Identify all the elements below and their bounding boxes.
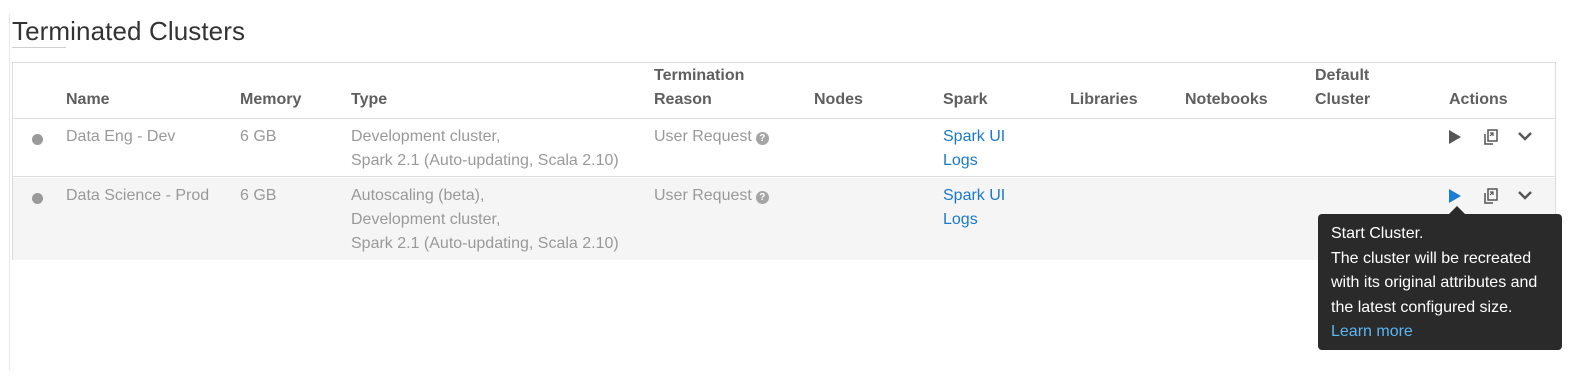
column-header-actions: Actions — [1449, 91, 1508, 108]
spark-links: Spark UI Logs — [943, 125, 1005, 173]
column-header-memory[interactable]: Memory — [240, 88, 301, 112]
cluster-type-line: Spark 2.1 (Auto-updating, Scala 2.10) — [351, 235, 619, 252]
termination-reason: User Request? — [654, 184, 769, 208]
learn-more-link[interactable]: Learn more — [1331, 320, 1562, 345]
tooltip-line: with its original attributes and — [1331, 274, 1538, 291]
termination-reason: User Request? — [654, 125, 769, 149]
column-header-spark[interactable]: Spark — [943, 88, 987, 112]
column-header-default-line1: Default — [1315, 67, 1370, 84]
logs-link[interactable]: Logs — [943, 149, 1005, 173]
table-header: Name Memory Type Termination Reason Node… — [13, 63, 1555, 119]
play-icon[interactable] — [1448, 127, 1468, 147]
question-circle-icon[interactable]: ? — [755, 132, 769, 145]
cluster-memory: 6 GB — [240, 187, 277, 204]
title-underline — [12, 47, 66, 48]
cluster-name[interactable]: Data Eng - Dev — [66, 125, 175, 149]
column-header-default-cluster[interactable]: Default Cluster — [1315, 64, 1370, 112]
cluster-type-line: Autoscaling (beta), — [351, 187, 485, 204]
status-dot-icon — [32, 134, 43, 145]
column-header-name[interactable]: Name — [66, 88, 110, 112]
termination-reason-text: User Request — [654, 128, 752, 145]
page-left-border — [9, 14, 10, 370]
chevron-down-icon[interactable] — [1515, 127, 1535, 147]
column-header-termination-reason[interactable]: Termination Reason — [654, 64, 744, 112]
column-header-type[interactable]: Type — [351, 88, 387, 112]
question-circle-icon[interactable]: ? — [755, 191, 769, 204]
cluster-type-line: Spark 2.1 (Auto-updating, Scala 2.10) — [351, 152, 619, 169]
chevron-down-icon[interactable] — [1515, 186, 1535, 206]
clone-icon[interactable] — [1481, 127, 1501, 147]
termination-reason-text: User Request — [654, 187, 752, 204]
clone-icon[interactable] — [1481, 186, 1501, 206]
cluster-type: Development cluster, Spark 2.1 (Auto-upd… — [351, 125, 619, 173]
logs-link[interactable]: Logs — [943, 208, 1005, 232]
tooltip-line: the latest configured size. — [1331, 298, 1513, 316]
column-header-libraries[interactable]: Libraries — [1070, 88, 1138, 112]
column-header-notebooks[interactable]: Notebooks — [1185, 88, 1268, 112]
page-title: Terminated Clusters — [12, 16, 246, 46]
column-header-default-line2: Cluster — [1315, 91, 1371, 108]
start-cluster-tooltip: Start Cluster. The cluster will be recre… — [1318, 214, 1562, 350]
spark-ui-link[interactable]: Spark UI — [943, 125, 1005, 149]
table-row: Data Eng - Dev 6 GB Development cluster,… — [13, 119, 1555, 177]
cluster-type: Autoscaling (beta), Development cluster,… — [351, 184, 619, 256]
status-dot-icon — [32, 193, 43, 204]
column-header-nodes[interactable]: Nodes — [814, 88, 863, 112]
tooltip-arrow — [1449, 206, 1465, 214]
cluster-type-line: Development cluster, — [351, 128, 501, 145]
cluster-type-line: Development cluster, — [351, 211, 501, 228]
tooltip-line: The cluster will be recreated — [1331, 249, 1532, 267]
spark-ui-link[interactable]: Spark UI — [943, 184, 1005, 208]
cluster-memory: 6 GB — [240, 128, 277, 145]
column-header-termination-line2: Reason — [654, 91, 712, 108]
tooltip-title: Start Cluster. — [1331, 225, 1424, 242]
play-icon[interactable] — [1448, 186, 1468, 206]
cluster-name[interactable]: Data Science - Prod — [66, 184, 209, 208]
column-header-termination-line1: Termination — [654, 67, 745, 84]
spark-links: Spark UI Logs — [943, 184, 1005, 232]
